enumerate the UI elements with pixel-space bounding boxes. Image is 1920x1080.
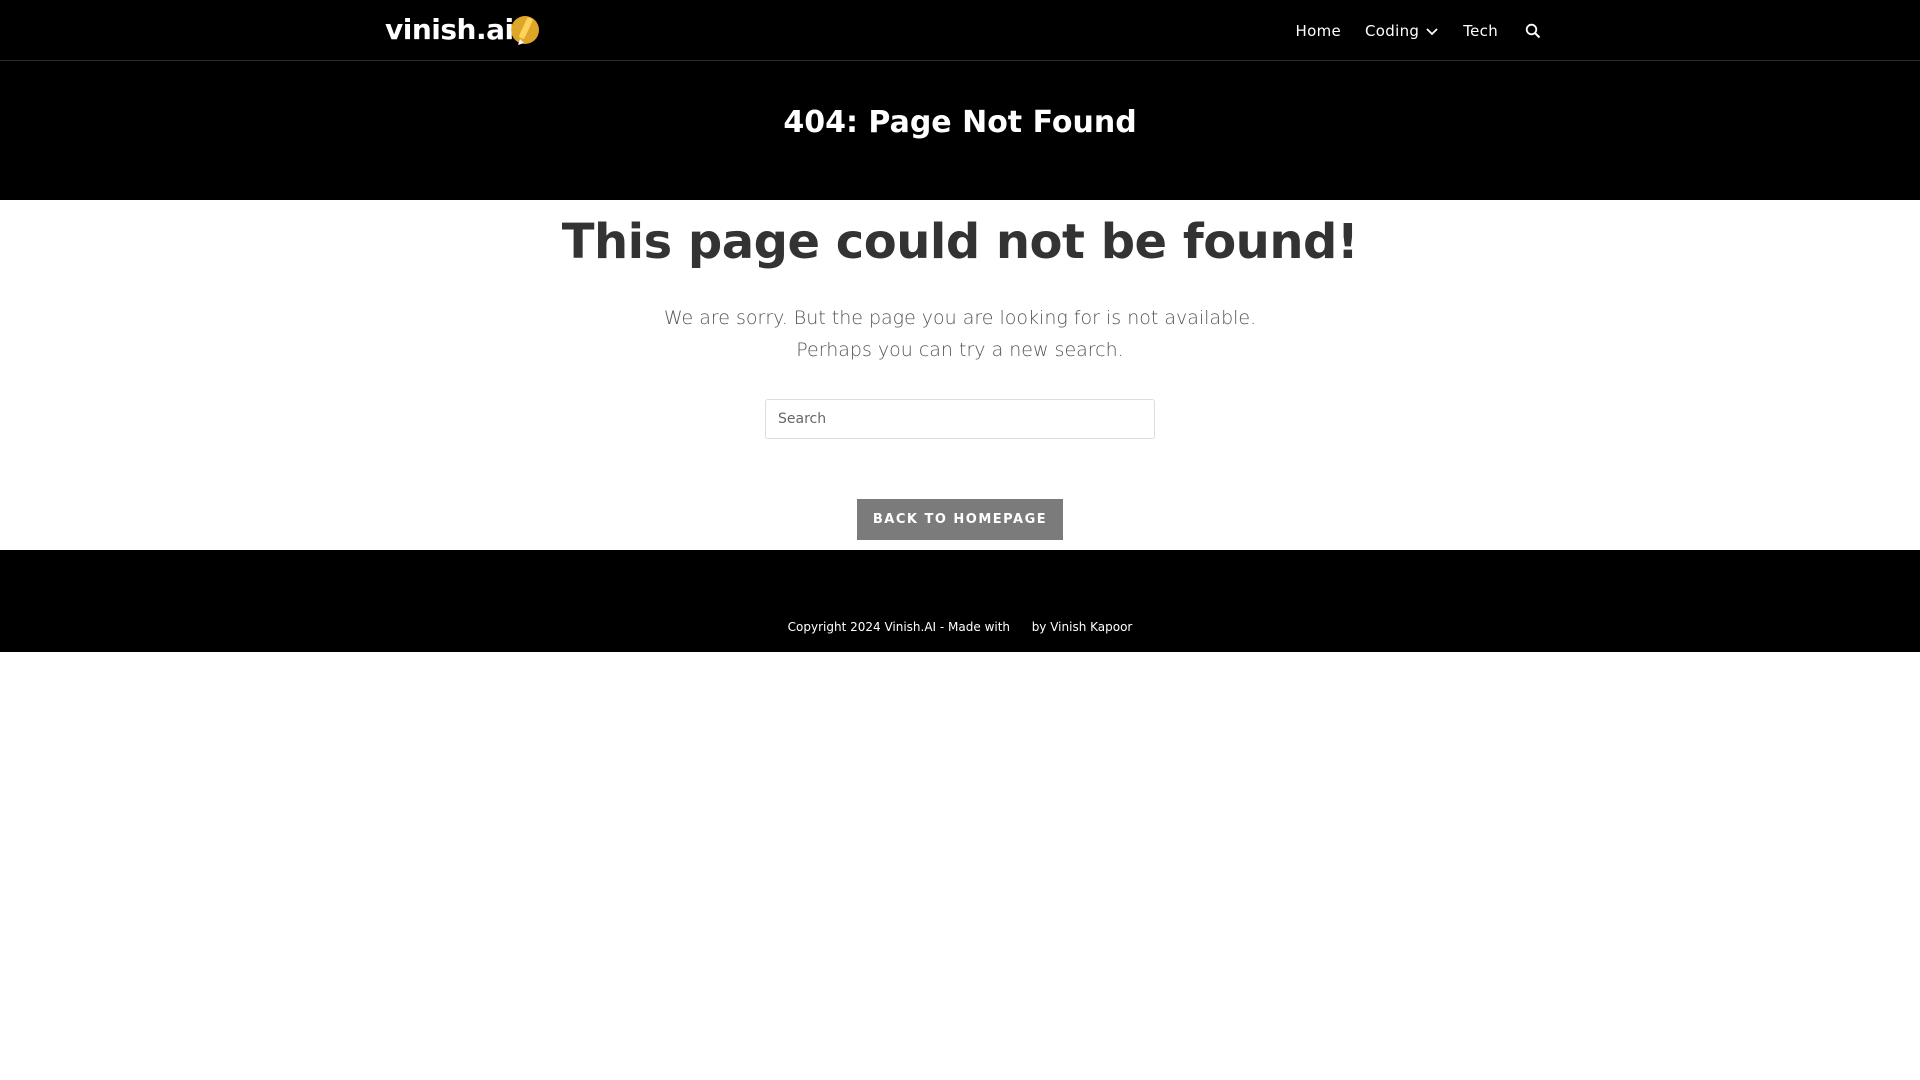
error-content: This page could not be found! We are sor… bbox=[0, 200, 1920, 550]
page-title-band: 404: Page Not Found bbox=[0, 61, 1920, 200]
site-footer: Copyright 2024 Vinish.AI - Made with by … bbox=[0, 550, 1920, 652]
page-title: 404: Page Not Found bbox=[783, 105, 1137, 140]
copyright-prefix: Copyright 2024 Vinish.AI - Made with bbox=[787, 620, 1011, 634]
pencil-icon bbox=[506, 11, 544, 49]
site-header: vinish.ai Home Coding Tech bbox=[0, 0, 1920, 61]
main-nav: Home Coding Tech bbox=[1272, 0, 1542, 61]
footer-copyright: Copyright 2024 Vinish.AI - Made with by … bbox=[0, 620, 1920, 634]
site-logo[interactable]: vinish.ai bbox=[385, 10, 544, 50]
error-message-line-2: Perhaps you can try a new search. bbox=[796, 339, 1124, 361]
search-icon[interactable] bbox=[1524, 22, 1542, 40]
error-heading: This page could not be found! bbox=[561, 214, 1359, 270]
nav-item-coding-label: Coding bbox=[1365, 21, 1420, 40]
search-input[interactable] bbox=[765, 399, 1155, 439]
chevron-down-icon bbox=[1425, 24, 1439, 38]
nav-item-tech[interactable]: Tech bbox=[1463, 22, 1498, 40]
error-message: We are sorry. But the page you are looki… bbox=[0, 302, 1920, 366]
nav-item-coding[interactable]: Coding bbox=[1365, 22, 1439, 40]
copyright-suffix: by Vinish Kapoor bbox=[1031, 620, 1133, 634]
logo-text: vinish.ai bbox=[385, 13, 514, 46]
nav-item-home[interactable]: Home bbox=[1296, 22, 1342, 40]
error-message-line-1: We are sorry. But the page you are looki… bbox=[663, 307, 1257, 329]
back-to-homepage-button[interactable]: BACK TO HOMEPAGE bbox=[857, 499, 1063, 540]
